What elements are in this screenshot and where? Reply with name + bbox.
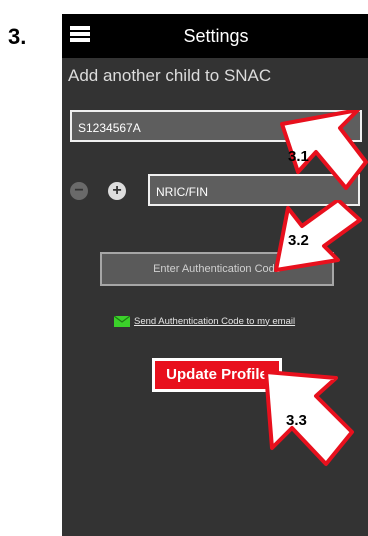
- mail-icon: [114, 315, 130, 327]
- callout-label-3-3: 3.3: [286, 412, 307, 429]
- send-code-email-link[interactable]: Send Authentication Code to my email: [134, 316, 295, 327]
- step-number: 3.: [8, 24, 27, 49]
- callout-arrow-3-2: [274, 200, 362, 272]
- send-code-email-row[interactable]: Send Authentication Code to my email: [114, 314, 295, 328]
- callout-arrow-3-3: [264, 370, 354, 466]
- add-child-button[interactable]: +: [108, 182, 126, 200]
- section-title: Add another child to SNAC: [68, 66, 272, 85]
- remove-child-button[interactable]: −: [70, 182, 88, 200]
- callout-arrow-3-1: [280, 110, 368, 190]
- page-title: Settings: [183, 26, 249, 46]
- callout-label-3-2: 3.2: [288, 232, 309, 249]
- callout-label-3-1: 3.1: [288, 148, 309, 165]
- top-bar: Settings: [62, 14, 368, 58]
